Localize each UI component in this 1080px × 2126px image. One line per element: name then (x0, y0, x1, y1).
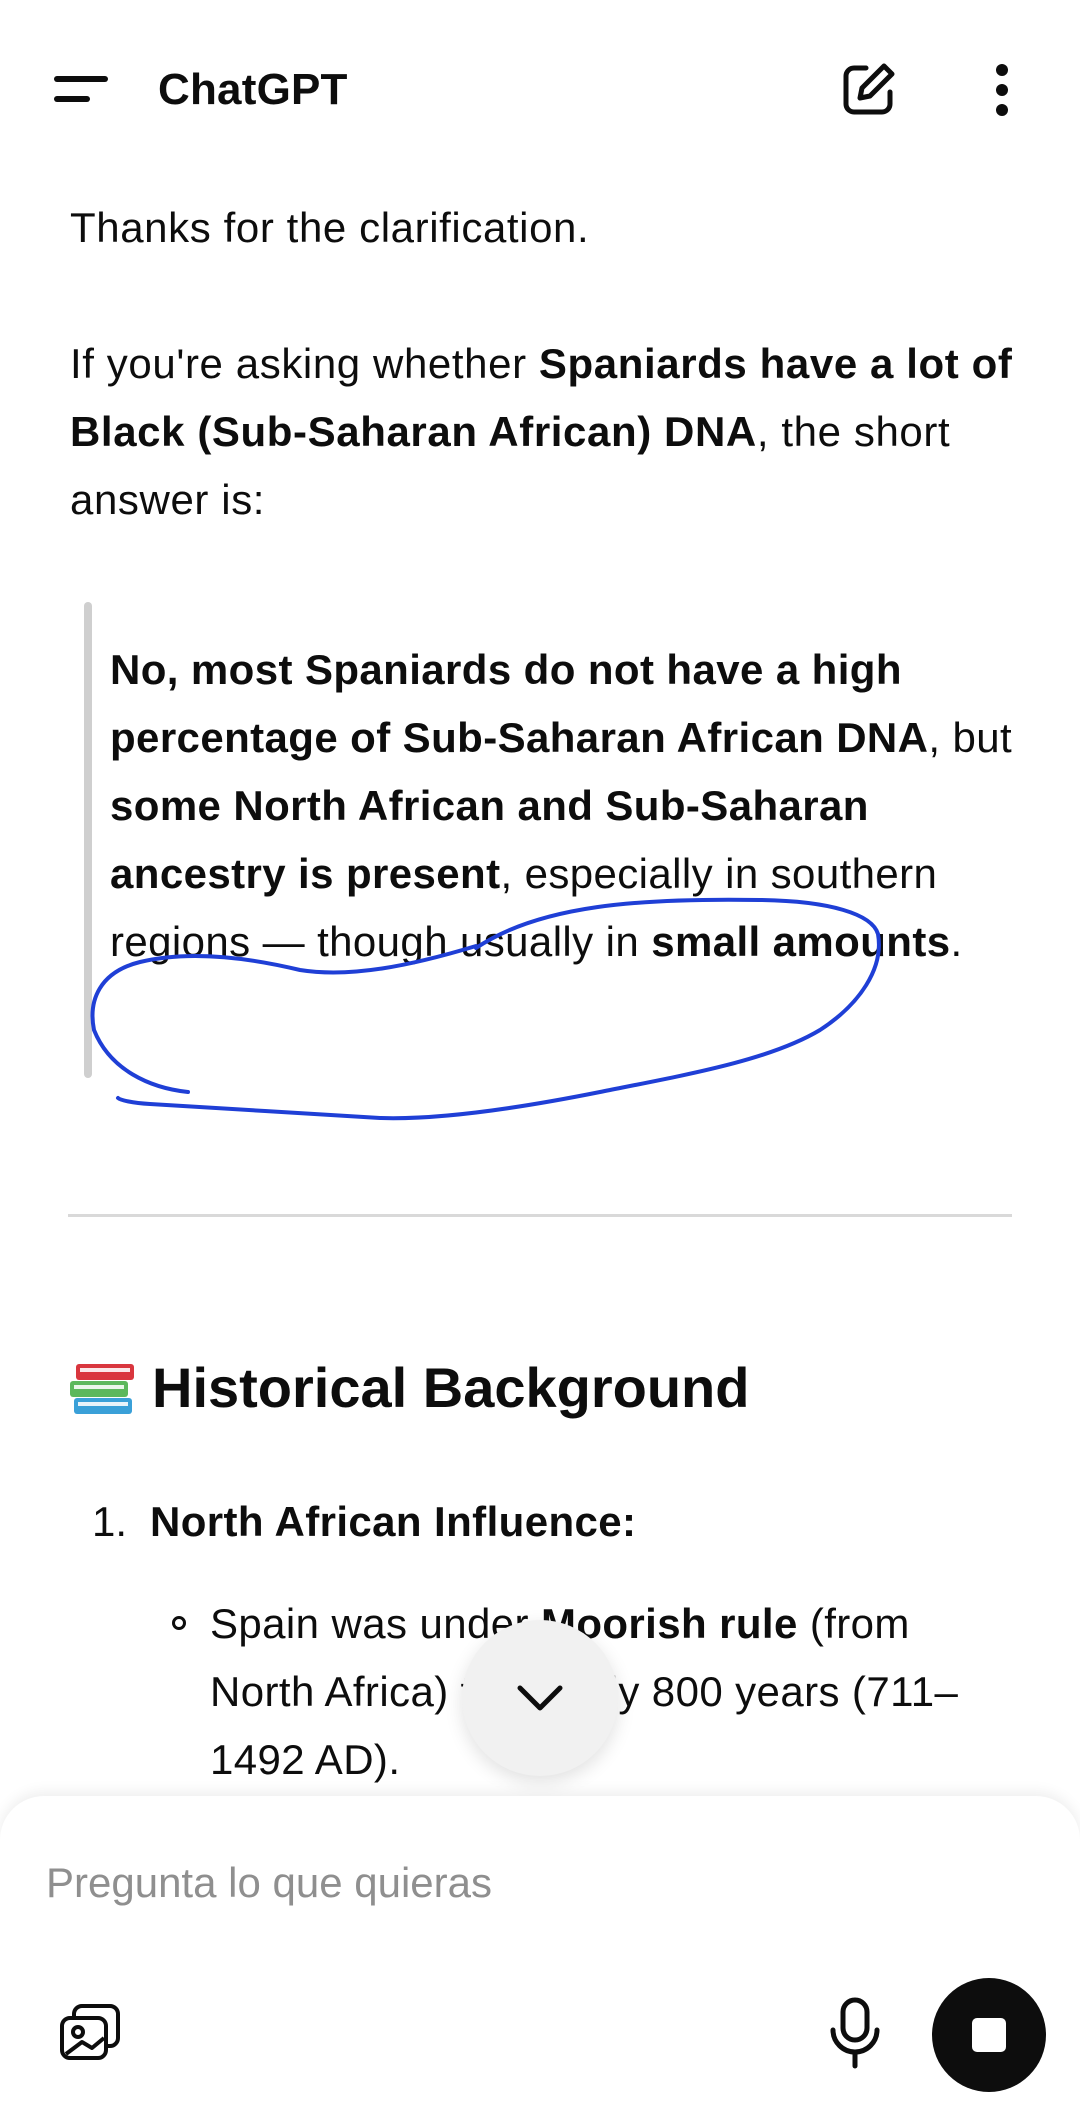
list-item-title: North African Influence: (150, 1498, 637, 1545)
quote-text: . (950, 918, 963, 965)
section-title: Historical Background (152, 1356, 750, 1419)
image-attach-icon[interactable] (56, 2002, 126, 2066)
quote-bold-text: No, most Spaniards do not have a high pe… (110, 646, 929, 761)
prompt-input[interactable] (46, 1848, 1026, 1918)
message-text: If you're asking whether (70, 340, 539, 387)
app-title: ChatGPT (158, 65, 348, 114)
message-paragraph: Thanks for the clarification. (70, 194, 1020, 262)
quote-text: , but (928, 714, 1013, 761)
list-number: 1. (92, 1498, 128, 1545)
stop-icon (972, 2018, 1006, 2052)
blockquote-bar (84, 602, 92, 1078)
top-bar: ChatGPT (0, 0, 1080, 180)
divider (68, 1214, 1012, 1217)
books-emoji-icon (70, 1364, 134, 1414)
message-paragraph: If you're asking whether Spaniards have … (70, 330, 1020, 534)
section-heading: Historical Background (68, 1352, 749, 1424)
chevron-down-icon (517, 1685, 563, 1711)
composer (0, 1796, 1080, 2126)
chat-thread[interactable]: Thanks for the clarification. If you're … (0, 0, 1080, 1800)
message-text: Thanks for the clarification. (70, 204, 590, 251)
stop-button[interactable] (932, 1978, 1046, 2092)
bullet-icon (172, 1616, 186, 1630)
more-vertical-icon[interactable] (978, 58, 1026, 122)
new-chat-icon[interactable] (836, 58, 900, 122)
quote-bold-text: small amounts (651, 918, 951, 965)
blockquote: No, most Spaniards do not have a high pe… (110, 636, 1030, 976)
menu-icon[interactable] (44, 66, 112, 114)
mic-icon[interactable] (826, 1996, 884, 2072)
scroll-down-button[interactable] (462, 1620, 618, 1776)
